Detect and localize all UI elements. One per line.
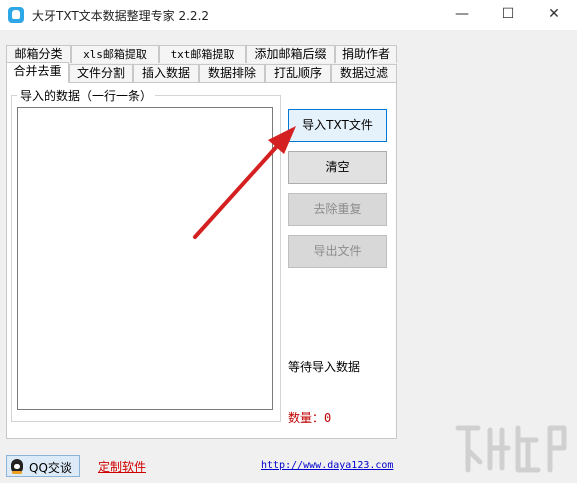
tab-add-suffix[interactable]: 添加邮箱后缀 — [246, 45, 335, 63]
export-file-button[interactable]: 导出文件 — [288, 235, 387, 268]
count-display: 数量：0 — [288, 409, 331, 426]
app-icon — [8, 7, 24, 23]
tab-filter-data[interactable]: 数据过滤 — [331, 64, 397, 82]
count-value: 0 — [324, 411, 332, 425]
tab-insert-data[interactable]: 插入数据 — [133, 64, 199, 82]
minimize-button[interactable]: — — [439, 0, 485, 30]
tab-file-split[interactable]: 文件分割 — [69, 64, 133, 82]
clear-button[interactable]: 清空 — [288, 151, 387, 184]
window-title: 大牙TXT文本数据整理专家 2.2.2 — [32, 9, 210, 23]
qq-chat-button[interactable]: QQ交谈 — [6, 455, 80, 477]
import-group-label: 导入的数据（一行一条） — [17, 87, 156, 104]
import-data-textarea[interactable] — [17, 107, 273, 410]
tab-mailbox-classify[interactable]: 邮箱分类 — [6, 45, 71, 63]
tab-donate[interactable]: 捐助作者 — [335, 45, 397, 63]
dedupe-button[interactable]: 去除重复 — [288, 193, 387, 226]
custom-software-link[interactable]: 定制软件 — [98, 458, 146, 475]
title-bar: 大牙TXT文本数据整理专家 2.2.2 — ☐ ✕ — [0, 0, 577, 30]
qq-penguin-icon — [11, 459, 23, 474]
close-button[interactable]: ✕ — [531, 0, 577, 30]
tab-xls-extract[interactable]: xls邮箱提取 — [71, 45, 159, 63]
tab-txt-extract[interactable]: txt邮箱提取 — [159, 45, 246, 63]
tab-merge-dedupe[interactable]: 合并去重 — [6, 62, 69, 83]
website-link[interactable]: http://www.daya123.com — [261, 460, 393, 471]
qq-chat-label: QQ交谈 — [29, 461, 72, 475]
status-text: 等待导入数据 — [288, 360, 361, 374]
import-txt-button[interactable]: 导入TXT文件 — [288, 109, 387, 142]
tab-exclude-data[interactable]: 数据排除 — [199, 64, 265, 82]
tab-shuffle[interactable]: 打乱顺序 — [265, 64, 331, 82]
count-label: 数量： — [288, 411, 325, 425]
watermark-logo — [455, 425, 567, 473]
maximize-button[interactable]: ☐ — [485, 0, 531, 30]
